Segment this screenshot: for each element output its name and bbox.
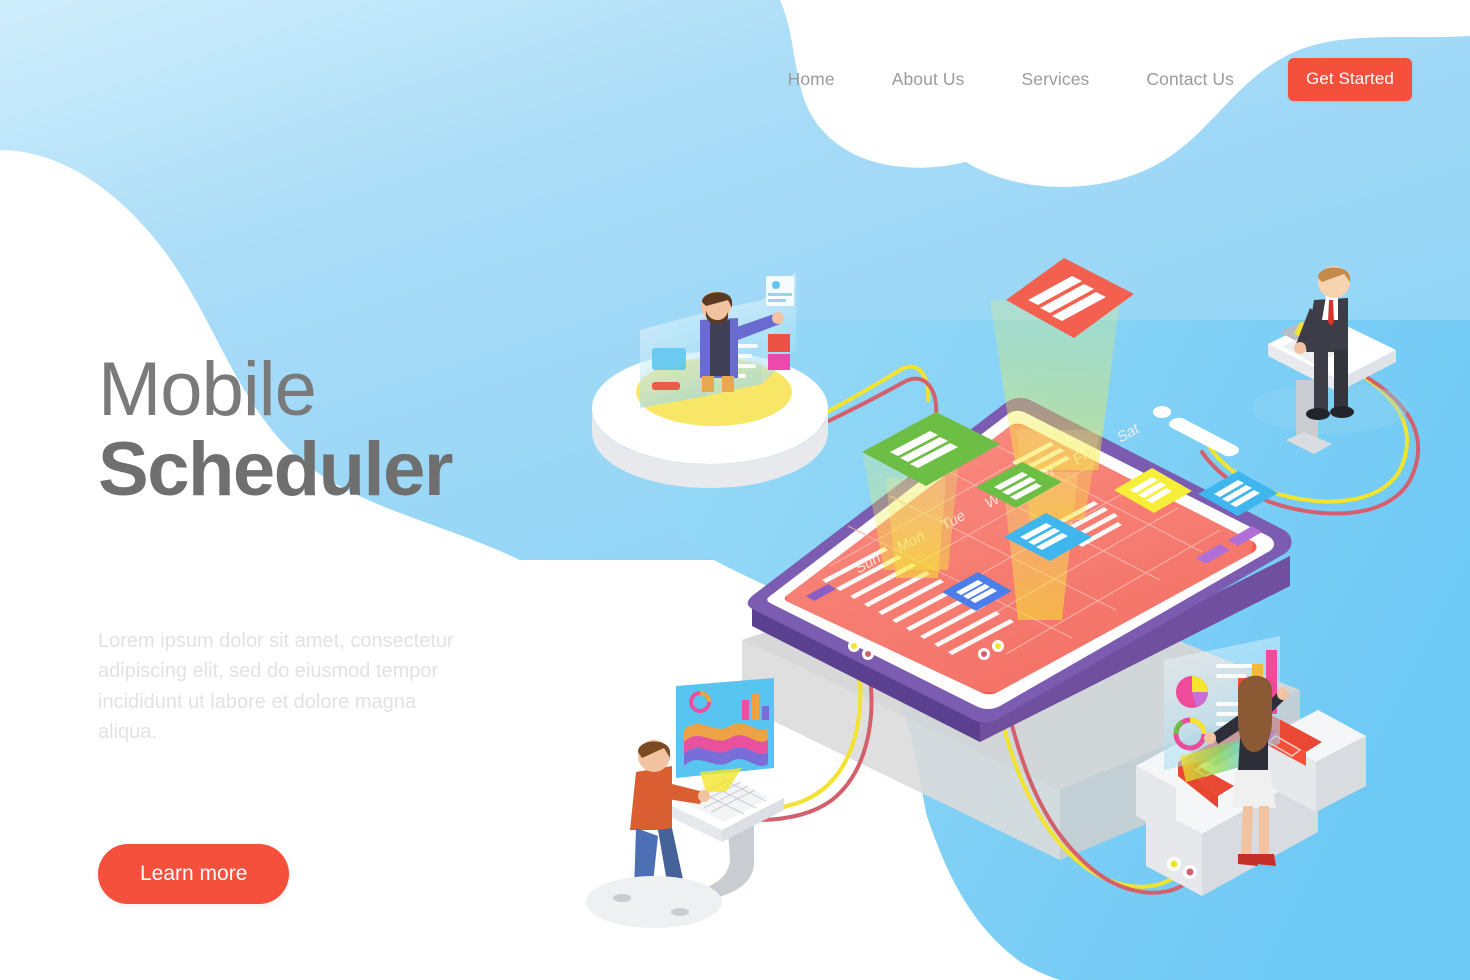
floor-pad [586, 876, 722, 928]
person-leg-right [722, 376, 734, 392]
hair [1238, 675, 1272, 752]
hand [1277, 688, 1289, 700]
page-root: Sun Mon Tue Wen Thu Fri Sat [0, 0, 1470, 980]
podium-floor-shadow [1252, 382, 1408, 434]
holo-btn-red [652, 382, 680, 390]
shoe-left [1238, 854, 1258, 866]
person-leg-left [702, 376, 714, 392]
tie [1328, 300, 1334, 326]
holo-tile-red [768, 334, 790, 352]
phone-camera [1153, 406, 1171, 418]
woman-leg-right [1259, 806, 1269, 856]
shoe-right [1330, 406, 1354, 418]
woman-skirt [1232, 770, 1276, 808]
page-title: Mobile Scheduler [98, 352, 568, 508]
nav-link-contact-us[interactable]: Contact Us [1146, 69, 1234, 90]
learn-more-button[interactable]: Learn more [98, 843, 290, 904]
page-title-line1: Mobile [98, 347, 317, 432]
top-navigation: Home About Us Services Contact Us Get St… [0, 0, 1470, 150]
person-vest [710, 320, 730, 376]
holo-tile-pink [768, 354, 790, 370]
hero-section: Mobile Scheduler Lorem ipsum dolor sit a… [98, 352, 568, 904]
trouser-right [1334, 350, 1348, 412]
shoe-left [1306, 408, 1330, 420]
hand [1294, 342, 1306, 354]
holo-avatar-icon [772, 281, 780, 289]
floor-pad-dot-2 [671, 908, 689, 916]
nav-links: Home About Us Services Contact Us Get St… [788, 58, 1412, 101]
hand [698, 790, 710, 802]
woman-leg-left [1241, 806, 1253, 856]
trouser-left [1314, 350, 1328, 412]
get-started-button[interactable]: Get Started [1287, 58, 1412, 101]
person-hand [772, 312, 784, 324]
nav-link-about-us[interactable]: About Us [892, 69, 965, 90]
nav-link-home[interactable]: Home [788, 69, 835, 90]
holo-card-blue [652, 348, 686, 370]
floor-pad-dot-1 [613, 894, 631, 902]
page-title-line2: Scheduler [98, 427, 453, 512]
hand [1204, 732, 1216, 744]
hero-paragraph: Lorem ipsum dolor sit amet, consectetur … [98, 630, 454, 744]
shoe-right [1256, 854, 1276, 866]
nav-link-services[interactable]: Services [1021, 69, 1089, 90]
